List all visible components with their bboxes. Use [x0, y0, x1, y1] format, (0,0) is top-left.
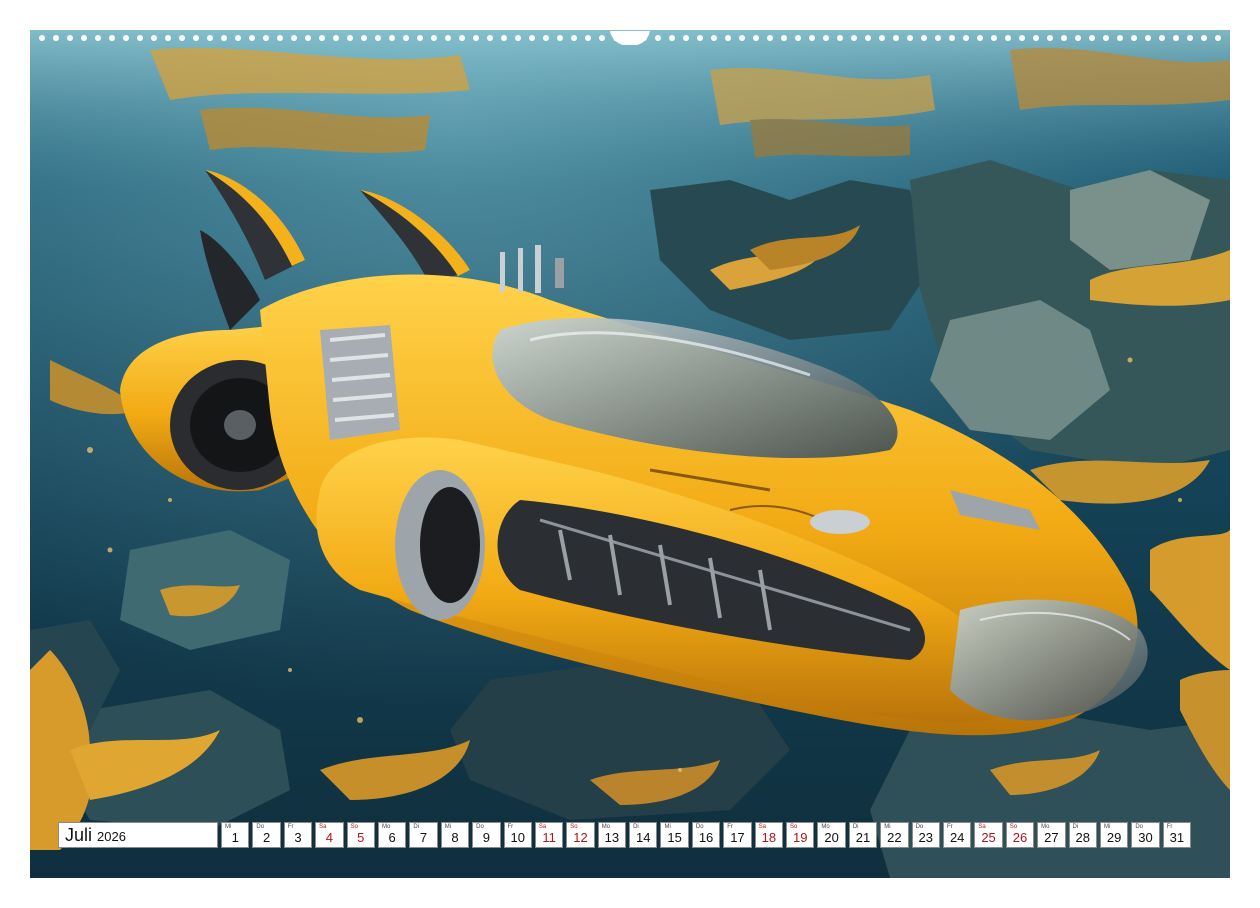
day-number: 21 [855, 830, 871, 845]
day-cell: Fr 3 [283, 822, 313, 848]
day-cell: Do 30 [1131, 822, 1160, 848]
day-cell: Fr 24 [942, 822, 972, 848]
day-cell: Mi 22 [880, 822, 909, 848]
day-cell: So 19 [786, 822, 815, 848]
day-number: 7 [419, 830, 428, 845]
day-cell: Di 7 [409, 822, 438, 848]
day-number: 28 [1075, 830, 1090, 845]
day-cell: Fr 10 [503, 822, 532, 848]
day-cell: Do 23 [911, 822, 940, 848]
day-cell: Sa 4 [315, 822, 344, 848]
day-cell: Di 21 [848, 822, 878, 848]
day-cell: Mo 13 [597, 822, 627, 848]
day-cell: Sa 25 [974, 822, 1003, 848]
day-cell: So 26 [1005, 822, 1035, 848]
day-number: 30 [1138, 830, 1153, 845]
day-number: 9 [482, 830, 490, 845]
day-number: 31 [1169, 830, 1185, 845]
submarine-photo [30, 30, 1230, 878]
day-cell: Sa 11 [534, 822, 564, 848]
day-cell: Di 28 [1068, 822, 1097, 848]
day-number: 22 [887, 830, 902, 845]
day-number: 12 [573, 830, 588, 845]
day-number: 20 [824, 830, 839, 845]
day-cell: Mi 1 [221, 822, 250, 848]
day-number: 2 [262, 830, 271, 845]
year: 2026 [97, 829, 126, 844]
day-cell: Sa 18 [754, 822, 784, 848]
day-number: 15 [667, 830, 682, 845]
day-cell: Mo 20 [817, 822, 846, 848]
calendar-strip: Juli 2026 Mi 1 Do 2 Fr 3 Sa 4 So 5 Mo 6 Di 7 Mi 8 Do 9 Fr 1… [58, 822, 1194, 848]
day-number: 4 [325, 830, 333, 845]
day-cell: Mi 15 [660, 822, 689, 848]
day-cell: Mi 8 [440, 822, 470, 848]
day-cell: Mo 6 [377, 822, 407, 848]
day-number: 27 [1044, 830, 1059, 845]
day-cell: Do 2 [252, 822, 281, 848]
day-number: 10 [510, 830, 525, 845]
day-number: 11 [542, 830, 556, 845]
day-number: 14 [636, 830, 651, 845]
day-cell: Mi 29 [1099, 822, 1129, 848]
day-cell: Mo 27 [1037, 822, 1066, 848]
day-number: 23 [918, 830, 934, 845]
day-number: 1 [231, 830, 239, 845]
day-cell: So 5 [346, 822, 375, 848]
day-cell: Do 9 [472, 822, 501, 848]
day-number: 25 [981, 830, 996, 845]
calendar-page: Juli 2026 Mi 1 Do 2 Fr 3 Sa 4 So 5 Mo 6 Di 7 Mi 8 Do 9 Fr 1… [0, 0, 1260, 908]
underwater-scene [30, 30, 1230, 878]
day-number: 13 [604, 830, 620, 845]
day-number: 26 [1012, 830, 1028, 845]
day-cell: Fr 17 [723, 822, 752, 848]
day-number: 6 [388, 830, 396, 845]
day-number: 29 [1106, 830, 1122, 845]
spiral-binding [39, 31, 1221, 45]
day-cell: Di 14 [629, 822, 658, 848]
month-name: Juli [65, 824, 93, 845]
day-number: 17 [730, 830, 745, 845]
day-number: 5 [357, 830, 365, 845]
day-number: 3 [294, 830, 302, 845]
day-number: 24 [949, 830, 965, 845]
day-number: 18 [761, 830, 777, 845]
day-cell: Fr 31 [1162, 822, 1192, 848]
month-label-cell: Juli 2026 [58, 822, 218, 848]
day-number: 19 [792, 830, 808, 845]
day-number: 16 [698, 830, 714, 845]
day-cell: So 12 [566, 822, 595, 848]
day-cells: Mi 1 Do 2 Fr 3 Sa 4 So 5 Mo 6 Di 7 Mi 8 Do 9 Fr 10 Sa 11 So 12 M… [221, 822, 1194, 848]
day-cell: Do 16 [691, 822, 721, 848]
day-number: 8 [451, 830, 459, 845]
